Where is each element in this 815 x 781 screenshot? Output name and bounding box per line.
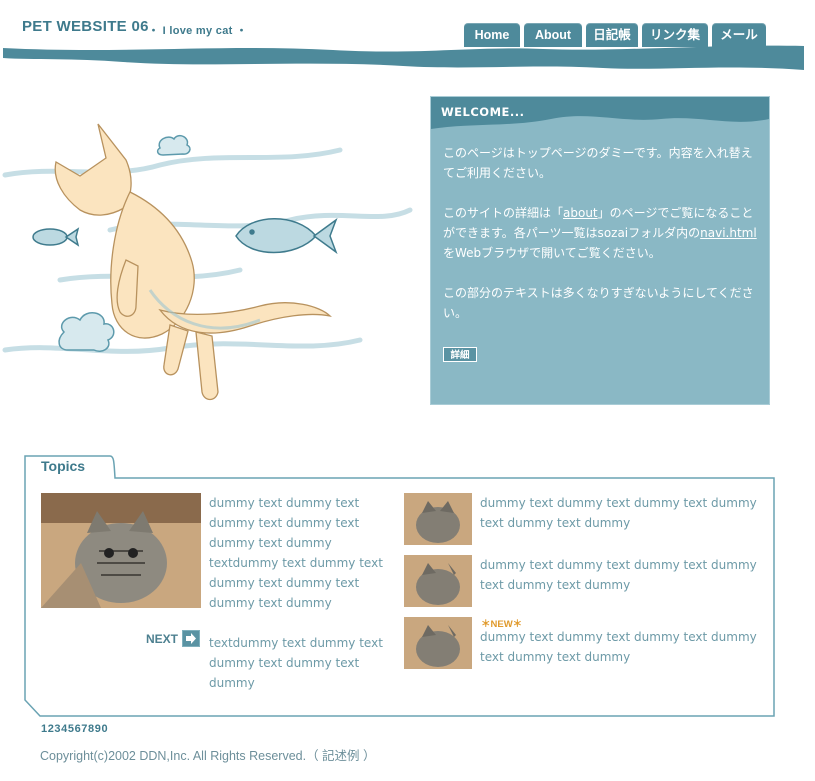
welcome-p2-post: をWebブラウザで開いてご覧ください。 (443, 246, 661, 260)
cat-illustration (2, 123, 413, 401)
nav-tab-mail[interactable]: メール (712, 23, 766, 47)
nav-tab-about[interactable]: About (524, 23, 582, 47)
copyright-text: Copyright(c)2002 DDN,Inc. All Rights Res… (40, 749, 376, 763)
nav-tab-diary[interactable]: 日記帳 (586, 23, 638, 47)
header-wave-band (3, 45, 804, 70)
arrow-right-icon[interactable] (182, 630, 200, 647)
navi-html-link[interactable]: navi.html (700, 226, 757, 240)
topic-thumb-1[interactable] (404, 493, 472, 545)
topic-main-text: dummy text dummy text dummy text dummy t… (209, 496, 383, 610)
welcome-paragraph-1: このページはトップページのダミーです。内容を入れ替えてご利用ください。 (443, 146, 753, 180)
topic-item-3-text: dummy text dummy text dummy text dummy t… (480, 630, 757, 664)
nav-tab-links[interactable]: リンク集 (642, 23, 708, 47)
topic-next-text: textdummy text dummy text dummy text dum… (209, 636, 383, 690)
pager-links[interactable]: 1234567890 (41, 723, 108, 735)
nav-tab-home[interactable]: Home (464, 23, 520, 47)
topic-thumb-2[interactable] (404, 555, 472, 607)
site-tagline: ・ I love my cat ・ (148, 25, 248, 37)
about-link[interactable]: about (563, 206, 598, 220)
topic-item-1-text: dummy text dummy text dummy text dummy t… (480, 496, 757, 530)
next-link[interactable]: NEXT (146, 632, 178, 646)
welcome-text: このページはトップページのダミーです。内容を入れ替えてご利用ください。 このサイ… (443, 143, 759, 343)
topic-thumb-3[interactable] (404, 617, 472, 669)
welcome-paragraph-3: この部分のテキストは多くなりすぎないようにしてください。 (443, 286, 754, 320)
topic-photo-kitten[interactable] (41, 493, 201, 608)
site-title: PET WEBSITE 06 (22, 18, 149, 35)
topic-item-2-text: dummy text dummy text dummy text dummy t… (480, 558, 757, 592)
welcome-title: WELCOME... (441, 105, 525, 119)
detail-button[interactable]: 詳細 (443, 347, 477, 362)
topics-heading: Topics (41, 458, 86, 474)
welcome-panel: WELCOME... このページはトップページのダミーです。内容を入れ替えてご利… (430, 96, 770, 405)
welcome-p2-pre: このサイトの詳細は「 (443, 206, 564, 220)
welcome-paragraph-2: このサイトの詳細は「about」のページでご覧になることができます。各パーツ一覧… (443, 203, 759, 263)
